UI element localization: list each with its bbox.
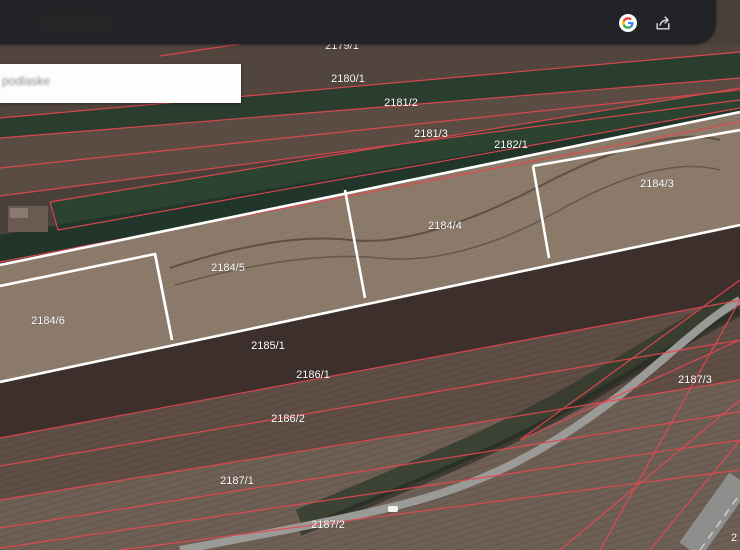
parcel-label: 2185/1 (251, 340, 285, 352)
parcel-label: 2 (731, 532, 737, 544)
parcel-label: 2181/3 (414, 128, 448, 140)
google-logo-icon (622, 17, 634, 29)
parcel-label: 2187/1 (220, 475, 254, 487)
parcel-label: 2184/4 (428, 220, 462, 232)
parcel-label: 2186/2 (271, 413, 305, 425)
parcel-label: 2181/2 (384, 97, 418, 109)
building-roof (10, 208, 28, 218)
share-icon[interactable] (653, 14, 673, 32)
parcel-label: 2187/3 (678, 374, 712, 386)
parcel-label: 2184/5 (211, 262, 245, 274)
parcel-label: 2182/1 (494, 139, 528, 151)
top-bar (0, 0, 716, 44)
search-box[interactable]: podlaske (0, 64, 241, 103)
parcel-label: 2184/6 (31, 315, 65, 327)
google-g-icon[interactable] (619, 14, 637, 32)
search-input[interactable]: podlaske (2, 74, 50, 88)
vehicle (388, 506, 398, 512)
page-title (40, 12, 112, 32)
parcel-label: 2180/1 (331, 73, 365, 85)
parcel-label: 2184/3 (640, 178, 674, 190)
parcel-label: 2186/1 (296, 369, 330, 381)
parcel-label: 2187/2 (311, 519, 345, 531)
